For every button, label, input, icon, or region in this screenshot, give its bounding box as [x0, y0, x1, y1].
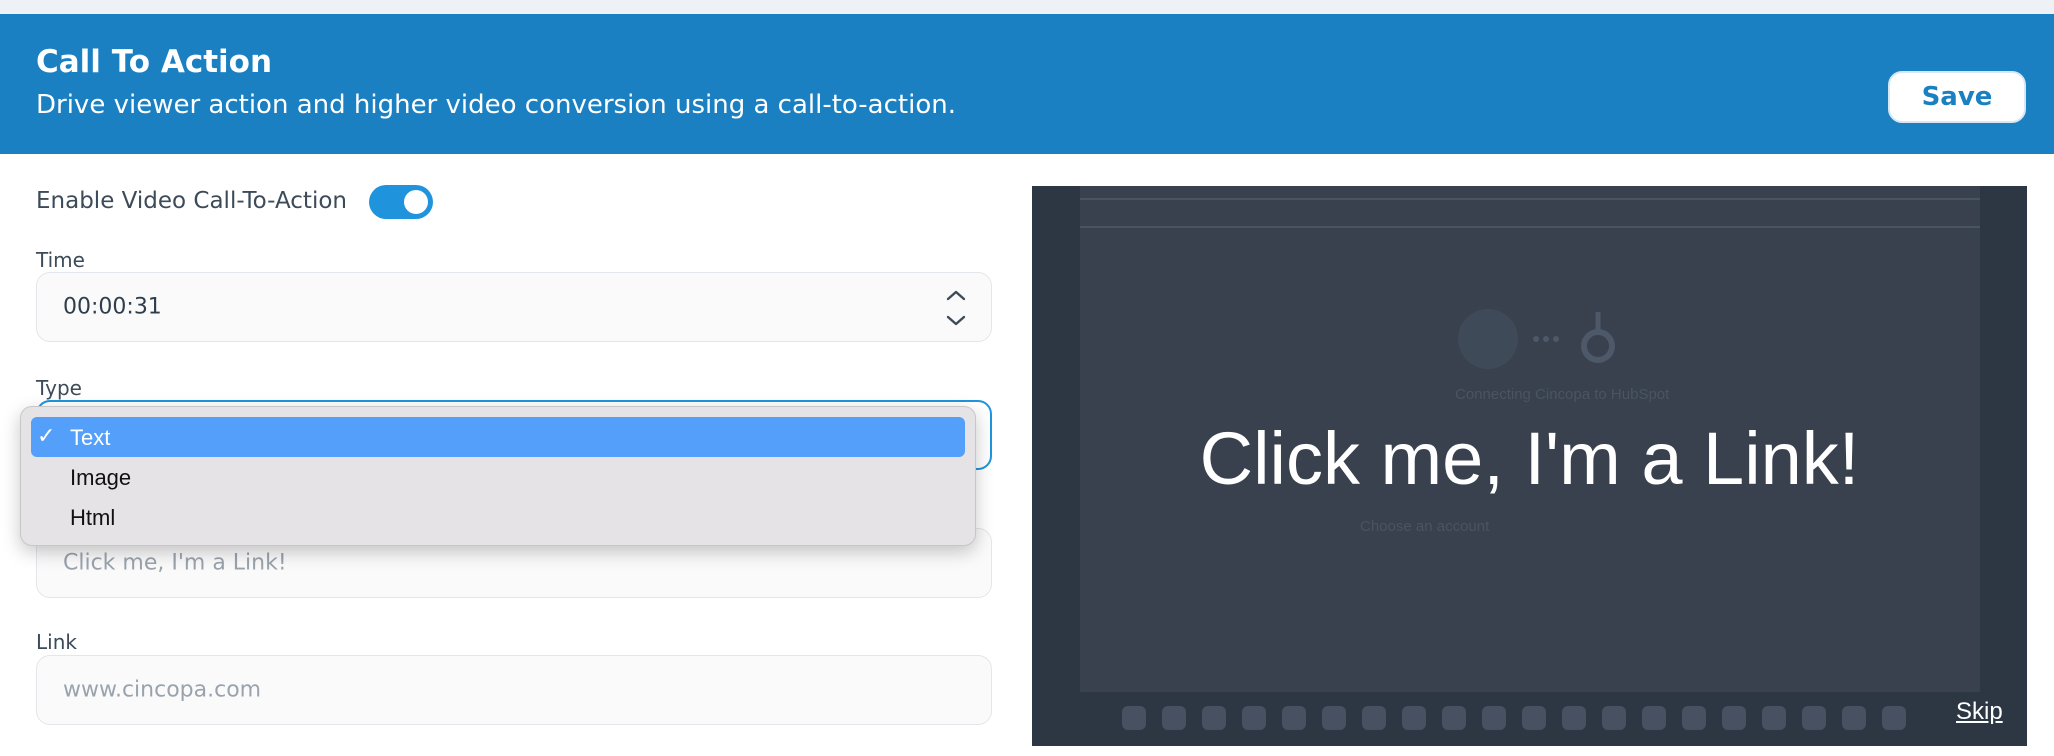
type-option-image[interactable]: Image — [31, 457, 965, 497]
type-option-label: Text — [70, 425, 111, 450]
chevron-down-icon[interactable] — [946, 315, 966, 326]
link-label: Link — [36, 630, 77, 654]
cta-overlay-link[interactable]: Click me, I'm a Link! — [1032, 416, 2027, 501]
skip-link[interactable]: Skip — [1956, 698, 2003, 726]
link-field[interactable]: www.cincopa.com — [36, 655, 992, 725]
page-header: Call To Action Drive viewer action and h… — [0, 14, 2054, 154]
top-strip — [0, 0, 2054, 14]
type-option-label: Image — [70, 465, 132, 490]
chevron-up-icon[interactable] — [946, 290, 966, 301]
type-dropdown-menu: ✓ Text Image Html — [20, 406, 976, 546]
video-frame-dock — [1102, 698, 1962, 738]
type-option-text[interactable]: ✓ Text — [31, 417, 965, 457]
page-subtitle: Drive viewer action and higher video con… — [36, 90, 956, 120]
time-label: Time — [36, 248, 85, 272]
time-field[interactable]: 00:00:31 — [36, 272, 992, 342]
integration-logos — [1458, 309, 1615, 369]
type-option-html[interactable]: Html — [31, 497, 965, 537]
cta-text-placeholder: Click me, I'm a Link! — [63, 550, 287, 576]
type-label: Type — [36, 376, 82, 400]
video-preview[interactable]: Connecting Cincopa to HubSpot Choose an … — [1032, 186, 2027, 746]
checkmark-icon: ✓ — [37, 423, 56, 448]
video-frame-toolbar — [1080, 198, 1980, 200]
time-value: 00:00:31 — [63, 294, 162, 320]
time-stepper[interactable] — [943, 283, 969, 333]
toggle-knob — [404, 190, 428, 214]
enable-cta-toggle[interactable] — [369, 185, 433, 219]
page-title: Call To Action — [36, 44, 273, 80]
save-button[interactable]: Save — [1888, 71, 2026, 123]
link-placeholder: www.cincopa.com — [63, 677, 262, 703]
video-frame-toolbar — [1080, 226, 1980, 228]
video-background-subcaption: Choose an account — [1360, 518, 1490, 535]
type-option-label: Html — [70, 505, 116, 530]
enable-cta-label: Enable Video Call-To-Action — [36, 188, 347, 214]
video-background-caption: Connecting Cincopa to HubSpot — [1455, 386, 1670, 403]
